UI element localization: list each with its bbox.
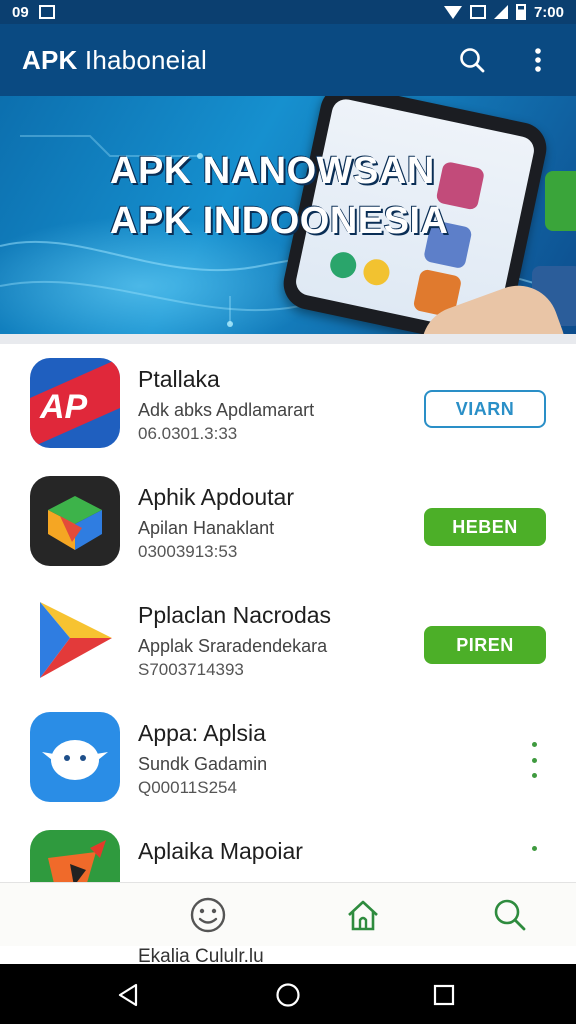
back-icon[interactable] <box>116 982 142 1008</box>
status-bar: 09 7:00 <box>0 0 576 24</box>
app-size: 06.0301.3:33 <box>138 424 238 443</box>
search-icon[interactable] <box>456 44 488 76</box>
banner-headline: APK NANOWSAN APK INDOONESIA <box>110 146 448 246</box>
list-item[interactable]: Appa: Aplsia Sundk Gadamin Q00011S254 <box>0 698 576 816</box>
app-title: APK Ihaboneial <box>22 45 207 76</box>
search-icon[interactable] <box>490 895 530 935</box>
app-icon-cube <box>30 476 120 566</box>
app-icon-red: AP <box>30 358 120 448</box>
app-title-bold: APK <box>22 44 78 75</box>
app-name: Ptallaka <box>138 366 220 392</box>
banner-line-1: APK NANOWSAN <box>110 150 435 192</box>
svg-text:AP: AP <box>39 388 88 426</box>
install-button[interactable]: HEBEN <box>424 508 546 546</box>
app-developer: Adk abks Apdlamarart <box>138 400 315 420</box>
app-size: S7003714393 <box>138 660 244 679</box>
promo-banner[interactable]: APK NANOWSAN APK INDOONESIA <box>0 96 576 336</box>
app-developer: Apilan Hanaklant <box>138 518 275 538</box>
system-nav-bar <box>0 964 576 1024</box>
install-button[interactable]: PIREN <box>424 626 546 664</box>
app-size: 03003913:53 <box>138 542 238 561</box>
app-developer: Sundk Gadamin <box>138 754 268 774</box>
app-bar: APK Ihaboneial <box>0 24 576 96</box>
app-developer: Applak Sraradendekara <box>138 636 328 656</box>
status-time: 09 <box>12 3 29 21</box>
status-clock: 7:00 <box>533 3 564 21</box>
app-icon-ghost <box>30 712 120 802</box>
wifi-icon <box>443 5 462 19</box>
app-name: Appa: Aplsia <box>138 720 266 746</box>
app-title-rest: Ihaboneial <box>77 44 207 75</box>
app-name: Aplaika Mapoiar <box>138 838 303 864</box>
list-item[interactable]: Aphik Apdoutar Apilan Hanaklant 03003913… <box>0 462 576 580</box>
gallery-notification-icon <box>38 5 55 19</box>
list-item[interactable]: Pplaclan Nacrodas Applak Sraradendekara … <box>0 580 576 698</box>
home-circle-icon[interactable] <box>275 982 301 1008</box>
more-vert-icon[interactable] <box>524 742 544 778</box>
app-icon-play <box>30 594 120 684</box>
app-name: Aphik Apdoutar <box>138 484 295 510</box>
recents-icon[interactable] <box>431 982 457 1008</box>
install-button[interactable]: VIARN <box>424 390 546 428</box>
home-icon[interactable] <box>343 895 383 935</box>
more-vert-icon[interactable] <box>522 44 554 76</box>
banner-divider <box>0 334 576 344</box>
peek-list-item: Ekalia Cululr.lu <box>138 946 264 964</box>
more-vert-icon[interactable] <box>524 846 544 858</box>
list-item[interactable]: AP Ptallaka Adk abks Apdlamarart 06.0301… <box>0 344 576 462</box>
app-size: Q00011S254 <box>138 778 237 797</box>
battery-icon <box>515 4 526 20</box>
signal-icon <box>493 5 508 19</box>
app-name: Pplaclan Nacrodas <box>138 602 332 628</box>
sim-icon <box>469 5 486 19</box>
emoji-icon[interactable] <box>188 895 228 935</box>
bottom-nav <box>0 882 576 946</box>
banner-line-2: APK INDOONESIA <box>110 200 449 242</box>
banner-app-tile <box>545 171 576 231</box>
